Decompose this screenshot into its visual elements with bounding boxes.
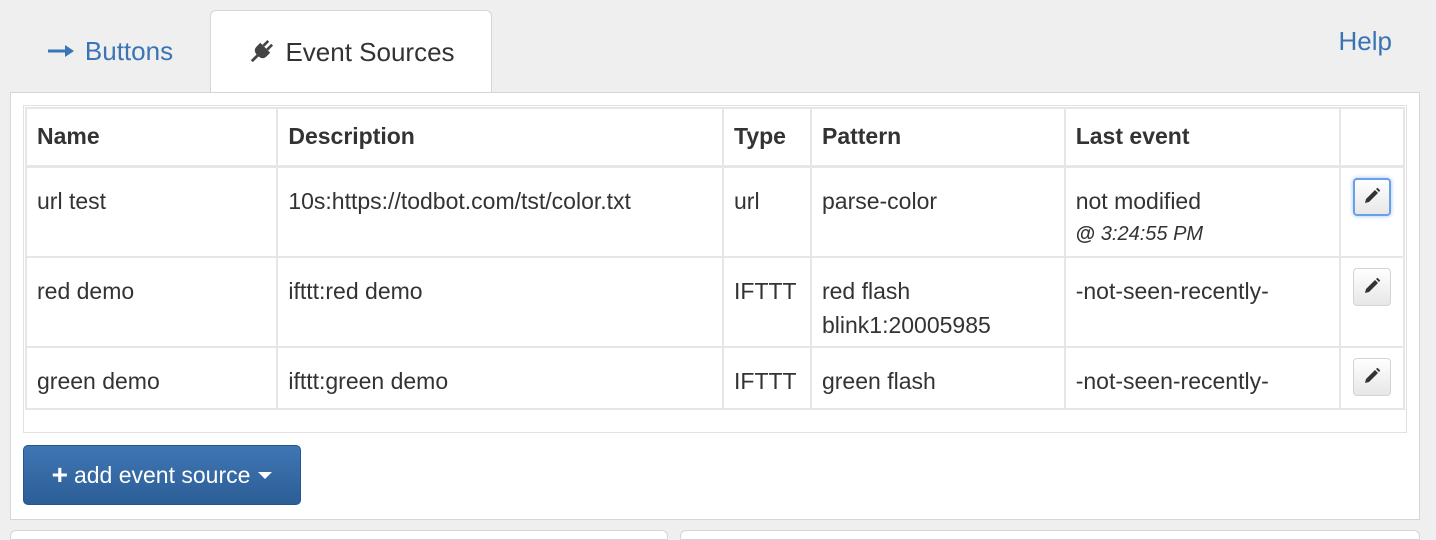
cell-description: ifttt:green demo: [276, 346, 724, 410]
help-link[interactable]: Help: [1339, 26, 1392, 57]
caret-down-icon: [258, 471, 273, 479]
tab-event-sources-label: Event Sources: [285, 36, 455, 67]
cell-description: 10s:https://todbot.com/tst/color.txt: [276, 165, 724, 258]
last-event-time: @ 3:24:55 PM: [1076, 222, 1329, 246]
event-sources-table-container: Name Description Type Pattern Last event…: [23, 105, 1407, 433]
plug-icon: [247, 38, 275, 66]
event-sources-table: Name Description Type Pattern Last event…: [24, 107, 1405, 410]
cell-pattern: green flash: [809, 346, 1066, 410]
tab-bar: Buttons Event Sources Help: [0, 0, 1436, 93]
cell-pattern: red flash blink1:20005985: [809, 256, 1066, 348]
cell-type: url: [722, 165, 812, 258]
pattern-line-2: blink1:20005985: [821, 312, 991, 338]
cell-type: IFTTT: [722, 256, 812, 348]
add-event-source-button[interactable]: + add event source: [23, 445, 301, 505]
tab-buttons-label: Buttons: [84, 35, 174, 66]
lower-panel-left: [10, 530, 668, 540]
pencil-icon: [1363, 180, 1381, 214]
column-header-last-event: Last event: [1063, 107, 1342, 168]
arrow-right-icon: [47, 43, 75, 59]
table-row: green demo ifttt:green demo IFTTT green …: [24, 346, 1405, 410]
cell-type: IFTTT: [722, 346, 812, 410]
pattern-line-1: red flash: [821, 278, 911, 304]
cell-name: red demo: [24, 256, 279, 348]
pencil-icon: [1363, 270, 1381, 304]
cell-last-event: -not-seen-recently-: [1063, 256, 1342, 348]
last-event-time-value: 3:24:55 PM: [1100, 222, 1204, 245]
cell-actions: [1339, 165, 1405, 258]
column-header-name: Name: [24, 107, 279, 168]
tab-event-sources[interactable]: Event Sources: [210, 10, 492, 93]
table-row: red demo ifttt:red demo IFTTT red flash …: [24, 256, 1405, 348]
tab-buttons[interactable]: Buttons: [26, 10, 194, 92]
cell-pattern: parse-color: [809, 165, 1066, 258]
column-header-pattern: Pattern: [809, 107, 1066, 168]
cell-actions: [1339, 346, 1405, 410]
cell-actions: [1339, 256, 1405, 348]
column-header-description: Description: [276, 107, 724, 168]
plus-icon: +: [51, 459, 68, 490]
lower-panel-right: [680, 530, 1420, 540]
cell-last-event: -not-seen-recently-: [1063, 346, 1342, 410]
last-event-status: not modified: [1075, 187, 1202, 214]
edit-button[interactable]: [1353, 268, 1392, 306]
edit-button[interactable]: [1353, 177, 1392, 216]
cell-description: ifttt:red demo: [276, 256, 724, 348]
cell-last-event: not modified @ 3:24:55 PM: [1063, 165, 1342, 258]
column-header-type: Type: [722, 107, 812, 168]
cell-name: green demo: [24, 346, 279, 410]
event-sources-panel: Name Description Type Pattern Last event…: [10, 92, 1420, 520]
add-event-source-label: add event source: [73, 461, 251, 488]
table-row: url test 10s:https://todbot.com/tst/colo…: [24, 165, 1405, 258]
cell-name: url test: [24, 165, 279, 258]
pencil-icon: [1363, 360, 1381, 394]
edit-button[interactable]: [1353, 358, 1392, 396]
column-header-actions: [1339, 107, 1405, 168]
at-symbol: @: [1075, 222, 1096, 245]
table-header-row: Name Description Type Pattern Last event: [24, 107, 1405, 168]
